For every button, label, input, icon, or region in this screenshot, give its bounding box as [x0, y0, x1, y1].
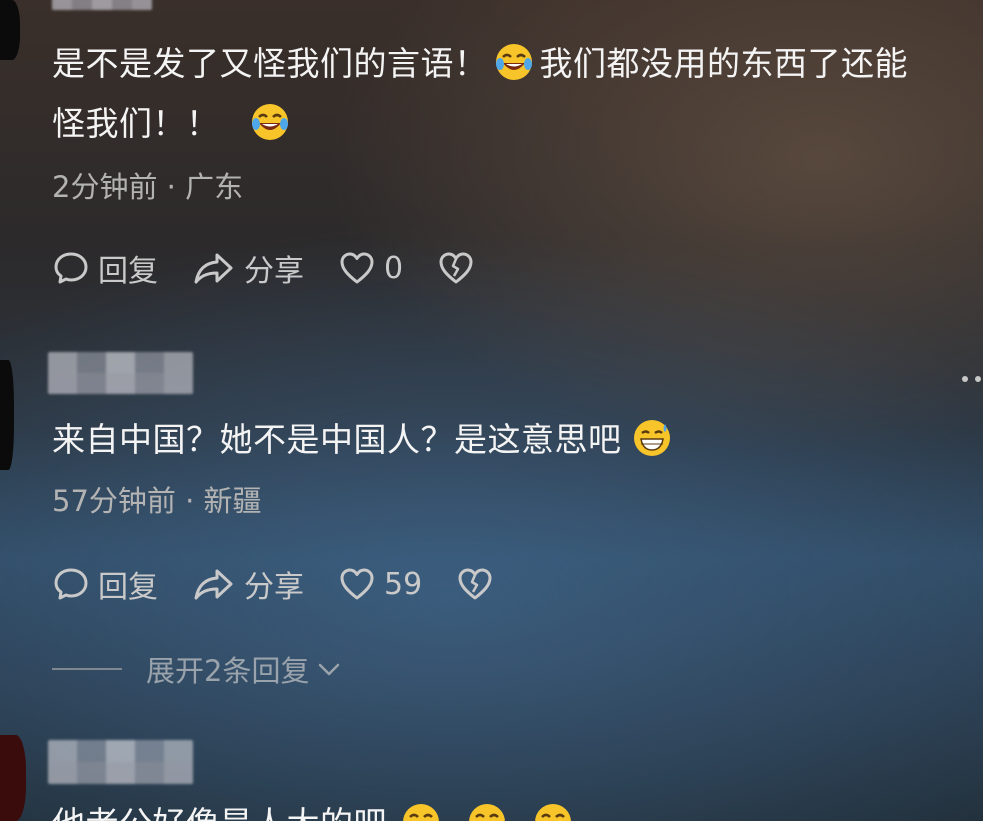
crying-laughing-emoji-icon: [535, 804, 571, 821]
reply-button[interactable]: 回复: [52, 562, 158, 606]
dislike-button[interactable]: [437, 249, 475, 287]
comment-actions: 回复 分享 0: [52, 246, 509, 290]
comment-text: 他老公好像是人大的吧: [52, 794, 579, 821]
left-edge-shadow: [0, 0, 20, 60]
crying-laughing-emoji-icon: [403, 804, 439, 821]
comment-text-segment: 我们都没用的东西了还能: [539, 44, 908, 83]
more-dots-icon[interactable]: [962, 376, 981, 382]
reply-label: 回复: [98, 254, 158, 289]
share-arrow-icon: [194, 569, 233, 600]
comment-text: 来自中国？她不是中国人？是这意思吧: [52, 410, 678, 470]
reply-label: 回复: [98, 570, 158, 605]
crying-laughing-emoji-icon: [469, 804, 505, 821]
comment-text-segment: 来自中国？她不是中国人？是这意思吧: [52, 420, 622, 459]
comment-actions: 回复 分享 59: [52, 562, 528, 606]
comment-text-line-1: 是不是发了又怪我们的言语！ 我们都没用的东西了还能: [52, 34, 908, 94]
dislike-button[interactable]: [456, 565, 494, 603]
share-arrow-icon: [194, 253, 233, 284]
broken-heart-icon: [458, 568, 492, 600]
expand-replies-label: 展开2条回复: [146, 654, 310, 688]
chevron-down-icon: [319, 663, 340, 676]
like-button[interactable]: 0: [338, 249, 403, 287]
expand-replies-button[interactable]: 展开2条回复: [52, 648, 343, 690]
comment-meta: 2分钟前 · 广东: [52, 170, 244, 204]
like-count: 59: [384, 566, 423, 602]
comment-bubble-icon: [54, 568, 88, 600]
heart-outline-icon: [340, 252, 374, 284]
like-button[interactable]: 59: [338, 565, 422, 603]
username-blurred[interactable]: [48, 740, 193, 784]
share-label: 分享: [244, 254, 304, 289]
heart-outline-icon: [340, 568, 374, 600]
share-button[interactable]: 分享: [192, 562, 304, 606]
comment-bubble-icon: [54, 252, 88, 284]
comment-meta: 57分钟前 · 新疆: [52, 484, 262, 518]
comment-text-segment: 怪我们！！: [52, 104, 220, 143]
username-blurred[interactable]: [52, 0, 152, 10]
share-button[interactable]: 分享: [192, 246, 304, 290]
like-count: 0: [384, 250, 404, 286]
crying-laughing-emoji-icon: [251, 104, 288, 140]
comment-text-segment: 他老公好像是人大的吧: [52, 804, 387, 821]
broken-heart-icon: [439, 252, 473, 284]
divider-line: [52, 668, 122, 670]
grinning-sweat-emoji-icon: [633, 420, 670, 456]
left-edge-shadow: [0, 360, 14, 470]
left-edge-shadow: [0, 735, 26, 821]
comment-text-segment: 是不是发了又怪我们的言语！: [52, 44, 488, 83]
username-blurred[interactable]: [48, 352, 193, 394]
reply-button[interactable]: 回复: [52, 246, 158, 290]
crying-laughing-emoji-icon: [495, 44, 532, 80]
comment-text-line-2: 怪我们！！: [52, 94, 296, 154]
share-label: 分享: [244, 570, 304, 605]
